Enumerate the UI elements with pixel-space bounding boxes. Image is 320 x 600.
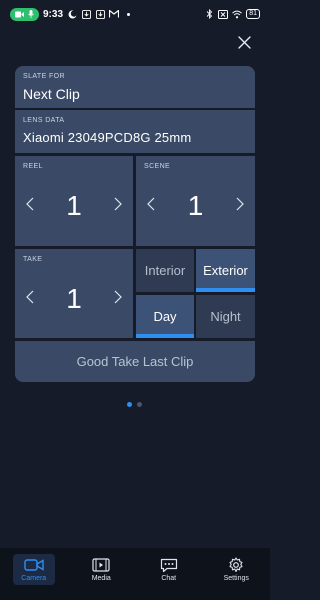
nav-settings-label: Settings — [223, 575, 249, 582]
scene-increment-button[interactable] — [233, 195, 247, 217]
bluetooth-icon — [204, 9, 214, 19]
interior-label: Interior — [144, 263, 186, 278]
clock: 9:33 — [43, 8, 64, 20]
good-take-button[interactable]: Good Take Last Clip — [15, 341, 255, 382]
day-label: Day — [153, 309, 177, 324]
slate-for-field[interactable]: SLATE FOR Next Clip — [15, 66, 255, 108]
lens-data-value: Xiaomi 23049PCD8G 25mm — [23, 130, 192, 145]
microphone-icon — [28, 10, 34, 18]
gear-icon — [226, 557, 246, 573]
sim-off-icon — [218, 9, 229, 19]
chat-icon — [159, 557, 179, 573]
chevron-right-icon — [236, 197, 244, 216]
nav-settings[interactable]: Settings — [215, 554, 257, 585]
gmail-icon — [109, 9, 120, 19]
download-icon — [95, 9, 105, 19]
slate-for-label: SLATE FOR — [23, 73, 65, 80]
reel-increment-button[interactable] — [111, 195, 125, 217]
status-bar: 9:33 81 — [0, 0, 270, 28]
wifi-icon — [232, 9, 243, 19]
nav-camera-label: Camera — [21, 575, 47, 582]
chevron-left-icon — [26, 197, 34, 216]
good-take-label: Good Take Last Clip — [76, 354, 194, 369]
reel-label: REEL — [23, 163, 43, 170]
page-dot-active[interactable] — [127, 402, 132, 407]
chevron-right-icon — [114, 197, 122, 216]
night-label: Night — [210, 309, 241, 324]
take-label: TAKE — [23, 256, 43, 263]
chevron-left-icon — [26, 290, 34, 309]
nav-camera[interactable]: Camera — [12, 554, 55, 585]
exterior-label: Exterior — [203, 263, 248, 278]
day-toggle[interactable]: Day — [136, 295, 194, 338]
download-icon — [81, 9, 91, 19]
nav-media[interactable]: Media — [80, 554, 122, 585]
take-counter: TAKE 1 — [15, 249, 133, 338]
scene-value: 1 — [187, 190, 204, 221]
film-icon — [91, 557, 111, 573]
take-decrement-button[interactable] — [23, 288, 37, 310]
close-button[interactable] — [233, 34, 255, 56]
nav-chat-label: Chat — [161, 575, 177, 582]
selected-indicator — [196, 288, 255, 292]
interior-toggle[interactable]: Interior — [136, 249, 194, 292]
camera-icon — [15, 11, 24, 18]
slate-for-value: Next Clip — [23, 86, 80, 102]
night-toggle[interactable]: Night — [196, 295, 255, 338]
page-indicator — [127, 402, 142, 407]
chevron-left-icon — [147, 197, 155, 216]
dot-icon — [123, 9, 133, 19]
close-icon — [237, 36, 251, 54]
moon-icon — [67, 9, 77, 19]
nav-media-label: Media — [91, 575, 111, 582]
page-dot[interactable] — [137, 402, 142, 407]
reel-value: 1 — [66, 190, 82, 221]
reel-counter: REEL 1 — [15, 156, 133, 246]
take-increment-button[interactable] — [111, 288, 125, 310]
scene-decrement-button[interactable] — [144, 195, 158, 217]
scene-label: SCENE — [144, 163, 171, 170]
lens-data-label: LENS DATA — [23, 117, 65, 124]
selected-indicator — [136, 334, 194, 338]
recording-indicator — [10, 7, 39, 21]
battery-icon: 81 — [246, 9, 260, 19]
nav-chat[interactable]: Chat — [148, 554, 190, 585]
chevron-right-icon — [114, 290, 122, 309]
slate-card: SLATE FOR Next Clip LENS DATA Xiaomi 230… — [15, 66, 255, 382]
lens-data-field[interactable]: LENS DATA Xiaomi 23049PCD8G 25mm — [15, 110, 255, 153]
scene-counter: SCENE 1 — [136, 156, 255, 246]
bottom-navigation: Camera Media Chat Settings — [0, 548, 270, 600]
take-value: 1 — [66, 283, 82, 314]
camera-icon — [24, 557, 44, 573]
exterior-toggle[interactable]: Exterior — [196, 249, 255, 292]
reel-decrement-button[interactable] — [23, 195, 37, 217]
